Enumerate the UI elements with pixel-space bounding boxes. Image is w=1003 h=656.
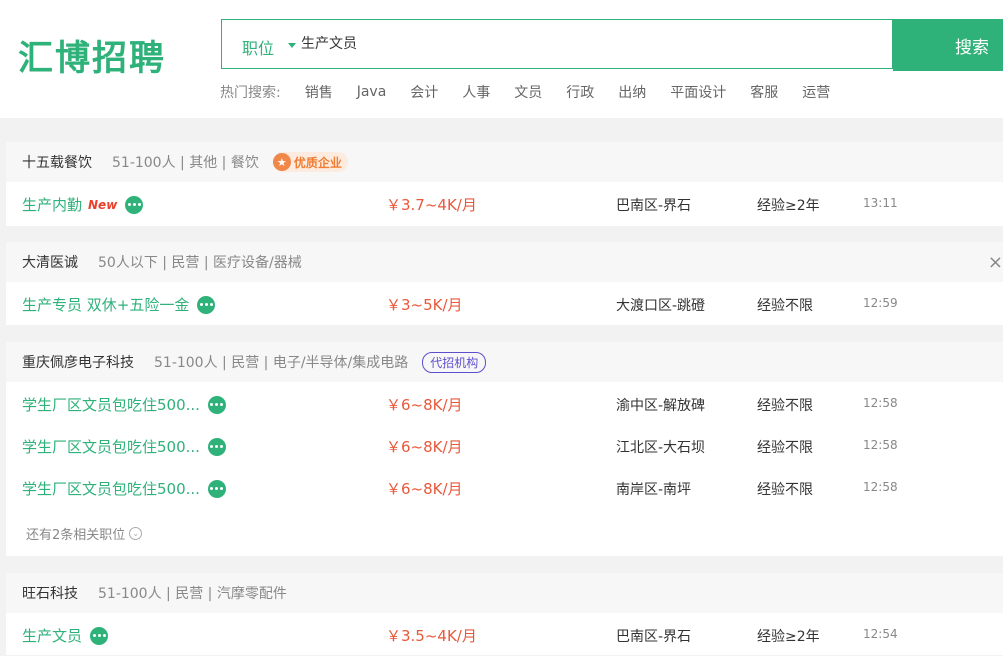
job-time: 12:54	[863, 627, 898, 641]
chat-icon[interactable]	[207, 437, 226, 456]
job-salary: ￥6~8K/月	[386, 438, 463, 456]
job-title[interactable]: 学生厂区文员包吃住500...	[22, 436, 226, 457]
hot-search-item[interactable]: 行政	[566, 82, 594, 102]
job-title[interactable]: 生产专员 双休+五险一金	[22, 294, 216, 315]
company-info: 51-100人 | 民营 | 汽摩零配件	[98, 586, 287, 602]
company-name[interactable]: 重庆佩彦电子科技	[22, 352, 134, 372]
company-card: 旺石科技 51-100人 | 民营 | 汽摩零配件 生产文员 ￥3.5~4K/月…	[6, 573, 1003, 655]
job-title-text[interactable]: 生产内勤	[22, 194, 82, 215]
more-jobs-link[interactable]: 还有2条相关职位 ⌄	[26, 524, 143, 543]
job-title[interactable]: 生产文员	[22, 625, 109, 646]
quality-badge: ★ 优质企业	[272, 152, 348, 172]
company-card: 十五载餐饮 51-100人 | 其他 | 餐饮 ★ 优质企业 生产内勤 New …	[6, 142, 1003, 226]
job-experience: 经验≥2年	[757, 198, 820, 214]
hot-search-item[interactable]: 运营	[802, 82, 830, 102]
job-title-text[interactable]: 生产专员 双休+五险一金	[22, 294, 189, 315]
job-experience: 经验不限	[757, 398, 813, 414]
site-logo[interactable]: 汇博招聘	[18, 30, 166, 81]
job-experience: 经验不限	[757, 298, 813, 314]
job-title-text[interactable]: 学生厂区文员包吃住500...	[22, 478, 200, 499]
caret-down-icon[interactable]	[288, 43, 296, 48]
search-type-select[interactable]: 职位	[242, 35, 274, 59]
company-header: 大清医诚 50人以下 | 民营 | 医疗设备/器械 ×	[6, 242, 1003, 282]
star-icon: ★	[272, 153, 291, 171]
job-experience: 经验不限	[757, 440, 813, 456]
more-jobs-label[interactable]: 还有2条相关职位	[26, 524, 125, 543]
hot-search-item[interactable]: 出纳	[618, 82, 646, 102]
chat-icon[interactable]	[125, 195, 144, 214]
company-name[interactable]: 大清医诚	[22, 252, 78, 272]
search-button[interactable]: 搜索	[893, 19, 1003, 71]
company-name[interactable]: 十五载餐饮	[22, 152, 92, 172]
job-row[interactable]: 学生厂区文员包吃住500... ￥6~8K/月 渝中区-解放碑 经验不限 12:…	[6, 383, 1003, 425]
company-header: 旺石科技 51-100人 | 民营 | 汽摩零配件	[6, 573, 1003, 613]
job-location: 南岸区-南坪	[616, 482, 692, 498]
quality-badge-label: 优质企业	[293, 155, 342, 170]
company-card: 重庆佩彦电子科技 51-100人 | 民营 | 电子/半导体/集成电路 代招机构…	[6, 342, 1003, 556]
close-icon[interactable]: ×	[988, 252, 1003, 273]
job-time: 12:58	[863, 438, 898, 452]
job-location: 渝中区-解放碑	[616, 398, 706, 414]
job-location: 江北区-大石坝	[616, 440, 706, 456]
hot-search-item[interactable]: 会计	[410, 82, 438, 102]
job-salary: ￥3.7~4K/月	[386, 196, 477, 214]
hot-search-item[interactable]: 销售	[305, 82, 333, 102]
hot-search-item[interactable]: 平面设计	[670, 82, 726, 102]
job-time: 12:58	[863, 396, 898, 410]
job-salary: ￥3~5K/月	[386, 296, 463, 314]
job-title-text[interactable]: 生产文员	[22, 625, 82, 646]
job-salary: ￥6~8K/月	[386, 396, 463, 414]
job-title-text[interactable]: 学生厂区文员包吃住500...	[22, 394, 200, 415]
hot-search-item[interactable]: 文员	[514, 82, 542, 102]
company-card: 大清医诚 50人以下 | 民营 | 医疗设备/器械 × 生产专员 双休+五险一金…	[6, 242, 1003, 325]
chat-icon[interactable]	[90, 626, 109, 645]
job-experience: 经验≥2年	[757, 629, 820, 645]
job-location: 大渡口区-跳磴	[616, 298, 706, 314]
company-header: 重庆佩彦电子科技 51-100人 | 民营 | 电子/半导体/集成电路 代招机构	[6, 342, 1003, 382]
job-salary: ￥3.5~4K/月	[386, 627, 477, 645]
chat-icon[interactable]	[207, 479, 226, 498]
job-location: 巴南区-界石	[616, 629, 692, 645]
new-tag: New	[88, 197, 118, 212]
job-time: 12:59	[863, 296, 898, 310]
job-row[interactable]: 生产内勤 New ￥3.7~4K/月 巴南区-界石 经验≥2年 13:11	[6, 183, 1003, 225]
job-row[interactable]: 学生厂区文员包吃住500... ￥6~8K/月 南岸区-南坪 经验不限 12:5…	[6, 467, 1003, 509]
hot-search-item[interactable]: 人事	[462, 82, 490, 102]
company-info: 50人以下 | 民营 | 医疗设备/器械	[98, 255, 302, 271]
job-title[interactable]: 学生厂区文员包吃住500...	[22, 478, 226, 499]
job-title-text[interactable]: 学生厂区文员包吃住500...	[22, 436, 200, 457]
job-experience: 经验不限	[757, 482, 813, 498]
job-row[interactable]: 学生厂区文员包吃住500... ￥6~8K/月 江北区-大石坝 经验不限 12:…	[6, 425, 1003, 467]
job-row[interactable]: 生产文员 ￥3.5~4K/月 巴南区-界石 经验≥2年 12:54	[6, 614, 1003, 656]
job-title[interactable]: 学生厂区文员包吃住500...	[22, 394, 226, 415]
hot-search-bar: 热门搜索: 销售 Java 会计 人事 文员 行政 出纳 平面设计 客服 运营	[220, 82, 830, 102]
chat-icon[interactable]	[207, 395, 226, 414]
company-name[interactable]: 旺石科技	[22, 583, 78, 603]
job-row[interactable]: 生产专员 双休+五险一金 ￥3~5K/月 大渡口区-跳磴 经验不限 12:59	[6, 283, 1003, 325]
job-salary: ￥6~8K/月	[386, 480, 463, 498]
job-title[interactable]: 生产内勤 New	[22, 194, 144, 215]
company-info: 51-100人 | 其他 | 餐饮	[112, 155, 259, 171]
search-input[interactable]	[301, 35, 861, 51]
hot-search-item[interactable]: 客服	[750, 82, 778, 102]
company-header: 十五载餐饮 51-100人 | 其他 | 餐饮 ★ 优质企业	[6, 142, 1003, 182]
search-box: 职位	[221, 19, 893, 69]
job-time: 13:11	[863, 196, 898, 210]
chat-icon[interactable]	[197, 295, 216, 314]
hot-search-item[interactable]: Java	[357, 84, 387, 100]
chevron-down-icon[interactable]: ⌄	[129, 527, 143, 540]
job-location: 巴南区-界石	[616, 198, 692, 214]
hot-search-label: 热门搜索:	[220, 85, 281, 101]
job-time: 12:58	[863, 480, 898, 494]
agency-badge: 代招机构	[422, 351, 487, 373]
company-info: 51-100人 | 民营 | 电子/半导体/集成电路	[154, 355, 409, 371]
site-header: 汇博招聘 职位 搜索 热门搜索: 销售 Java 会计 人事 文员 行政 出纳 …	[0, 0, 1003, 118]
